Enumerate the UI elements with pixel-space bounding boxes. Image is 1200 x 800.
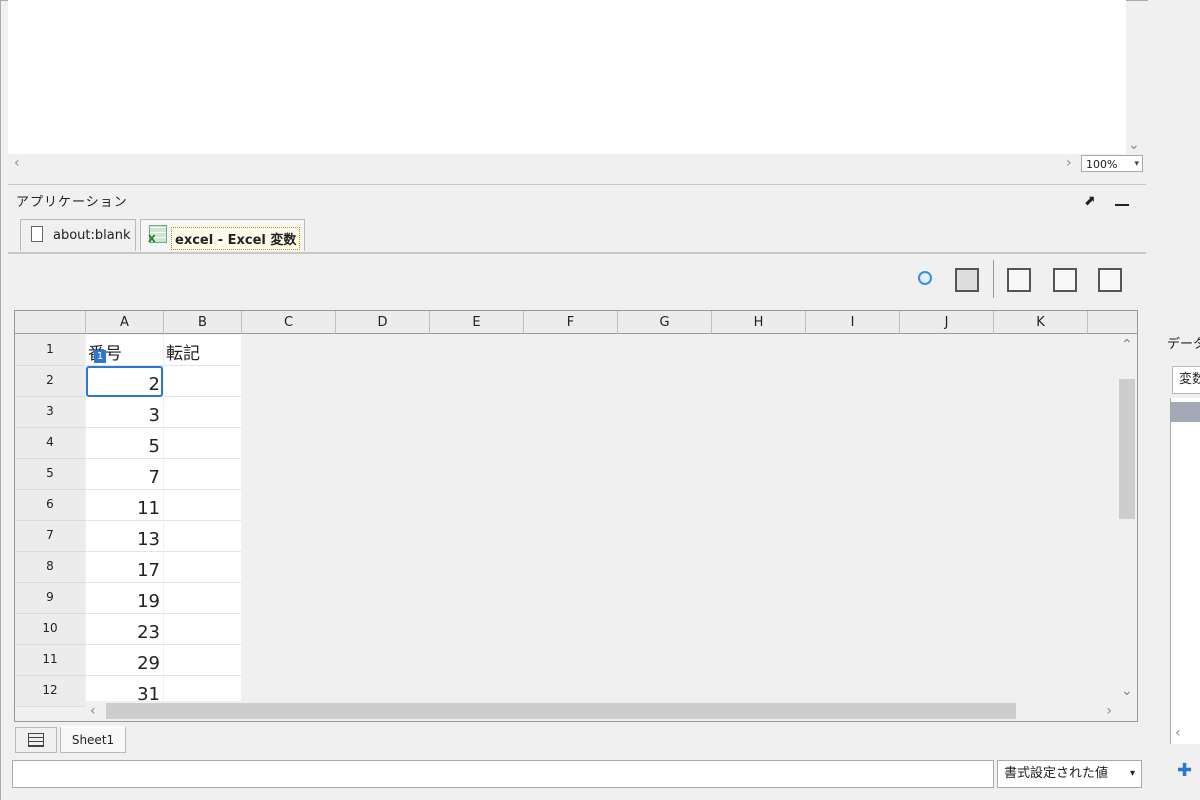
tab-variables[interactable]: 変数 (1172, 366, 1200, 394)
zoom-value: 100% (1086, 158, 1118, 171)
pin-icon[interactable]: ⬈ (1084, 193, 1096, 209)
browser-content-pane (8, 0, 1126, 154)
row-header[interactable]: 11 (15, 645, 85, 676)
scroll-down-icon[interactable]: ⌄ (1128, 138, 1140, 152)
add-icon[interactable]: ✚ (1177, 760, 1192, 781)
window-select-icon[interactable] (1007, 268, 1031, 292)
column-header-e[interactable]: E (430, 311, 524, 334)
column-header-b[interactable]: B (164, 311, 242, 334)
cell-b3[interactable] (164, 397, 241, 428)
spreadsheet-grid[interactable]: A B C D E F G H I J K 1 番号 転記 1 2 2 3 3 … (14, 310, 1138, 722)
corner-header[interactable] (15, 311, 86, 334)
window-delete-icon[interactable] (1053, 268, 1077, 292)
zoom-select[interactable]: 100% ▾ (1081, 155, 1143, 172)
row-header[interactable]: 1 (15, 335, 85, 366)
cell-a4[interactable]: 5 (86, 428, 163, 459)
column-header-g[interactable]: G (618, 311, 712, 334)
cell-badge: 1 (94, 350, 106, 363)
cell-a9[interactable]: 19 (86, 583, 163, 614)
cell-a5[interactable]: 7 (86, 459, 163, 490)
application-panel-title: アプリケーション (16, 195, 128, 210)
variables-list[interactable] (1170, 398, 1200, 744)
cell-a7[interactable]: 13 (86, 521, 163, 552)
row-header[interactable]: 12 (15, 676, 85, 707)
search-icon[interactable] (918, 271, 932, 285)
sheet-list-icon (28, 733, 44, 747)
cell-b4[interactable] (164, 428, 241, 459)
tab-strip-border (8, 252, 1146, 254)
toolbar-divider (993, 260, 994, 298)
cell-a11[interactable]: 29 (86, 645, 163, 676)
window-left-border (0, 0, 1, 800)
cell-b7[interactable] (164, 521, 241, 552)
scroll-left-icon[interactable]: ‹ (90, 704, 96, 718)
vertical-scroll-thumb[interactable] (1119, 379, 1135, 519)
column-header-c[interactable]: C (242, 311, 336, 334)
cell-b5[interactable] (164, 459, 241, 490)
cell-a10[interactable]: 23 (86, 614, 163, 645)
chevron-down-icon: ▾ (1129, 768, 1135, 779)
row-header[interactable]: 3 (15, 397, 85, 428)
row-header[interactable]: 4 (15, 428, 85, 459)
tab-excel[interactable]: excel - Excel 変数 (140, 219, 305, 251)
column-header-j[interactable]: J (900, 311, 994, 334)
cell-b2[interactable] (164, 366, 241, 397)
cell-b9[interactable] (164, 583, 241, 614)
tab-about-blank[interactable]: about:blank (20, 219, 136, 251)
scroll-left-icon[interactable]: ‹ (1175, 726, 1181, 740)
scroll-up-icon[interactable]: ⌃ (1121, 338, 1133, 352)
document-icon (31, 226, 43, 242)
tab-label: excel - Excel 変数 (171, 227, 301, 250)
format-select-value: 書式設定された値 (1004, 766, 1109, 781)
cell-a2-selected[interactable]: 2 (86, 366, 163, 397)
row-header[interactable]: 7 (15, 521, 85, 552)
document-view-icon[interactable] (955, 268, 979, 292)
format-select[interactable]: 書式設定された値 ▾ (997, 760, 1142, 788)
scroll-left-icon[interactable]: ‹ (14, 156, 20, 170)
sheet-tab-sheet1[interactable]: Sheet1 (60, 726, 126, 753)
panel-divider (8, 184, 1146, 185)
vertical-scrollbar[interactable]: ⌃ ⌄ (1117, 334, 1137, 702)
horizontal-scroll-thumb[interactable] (106, 703, 1016, 719)
column-header-h[interactable]: H (712, 311, 806, 334)
column-header-d[interactable]: D (336, 311, 430, 334)
sheet-list-button[interactable] (15, 727, 57, 753)
row-header[interactable]: 10 (15, 614, 85, 645)
cell-b6[interactable] (164, 490, 241, 521)
scroll-right-icon[interactable]: › (1106, 704, 1112, 718)
column-header-i[interactable]: I (806, 311, 900, 334)
row-header[interactable]: 9 (15, 583, 85, 614)
row-header[interactable]: 8 (15, 552, 85, 583)
scroll-down-icon[interactable]: ⌄ (1121, 684, 1133, 698)
excel-icon (148, 225, 167, 245)
scroll-right-icon[interactable]: › (1066, 156, 1072, 170)
horizontal-scrollbar[interactable]: ‹ › (86, 701, 1116, 721)
data-panel-title: データ (1157, 332, 1200, 358)
cell-a6[interactable]: 11 (86, 490, 163, 521)
tab-label: about:blank (53, 228, 131, 243)
cell-a3[interactable]: 3 (86, 397, 163, 428)
column-header-k[interactable]: K (994, 311, 1088, 334)
row-header[interactable]: 2 (15, 366, 85, 397)
cell-b1[interactable]: 転記 (164, 335, 241, 366)
row-header[interactable]: 6 (15, 490, 85, 521)
column-header-f[interactable]: F (524, 311, 618, 334)
formula-input[interactable] (12, 760, 994, 788)
window-inspect-icon[interactable] (1098, 268, 1122, 292)
minimize-icon[interactable] (1115, 204, 1129, 206)
chevron-down-icon: ▾ (1134, 159, 1139, 169)
column-header-a[interactable]: A (86, 311, 164, 334)
column-header-filler (1088, 311, 1137, 334)
cell-b8[interactable] (164, 552, 241, 583)
cell-b11[interactable] (164, 645, 241, 676)
variables-list-selected-row[interactable] (1171, 402, 1200, 422)
cell-a8[interactable]: 17 (86, 552, 163, 583)
cell-b10[interactable] (164, 614, 241, 645)
row-header[interactable]: 5 (15, 459, 85, 490)
